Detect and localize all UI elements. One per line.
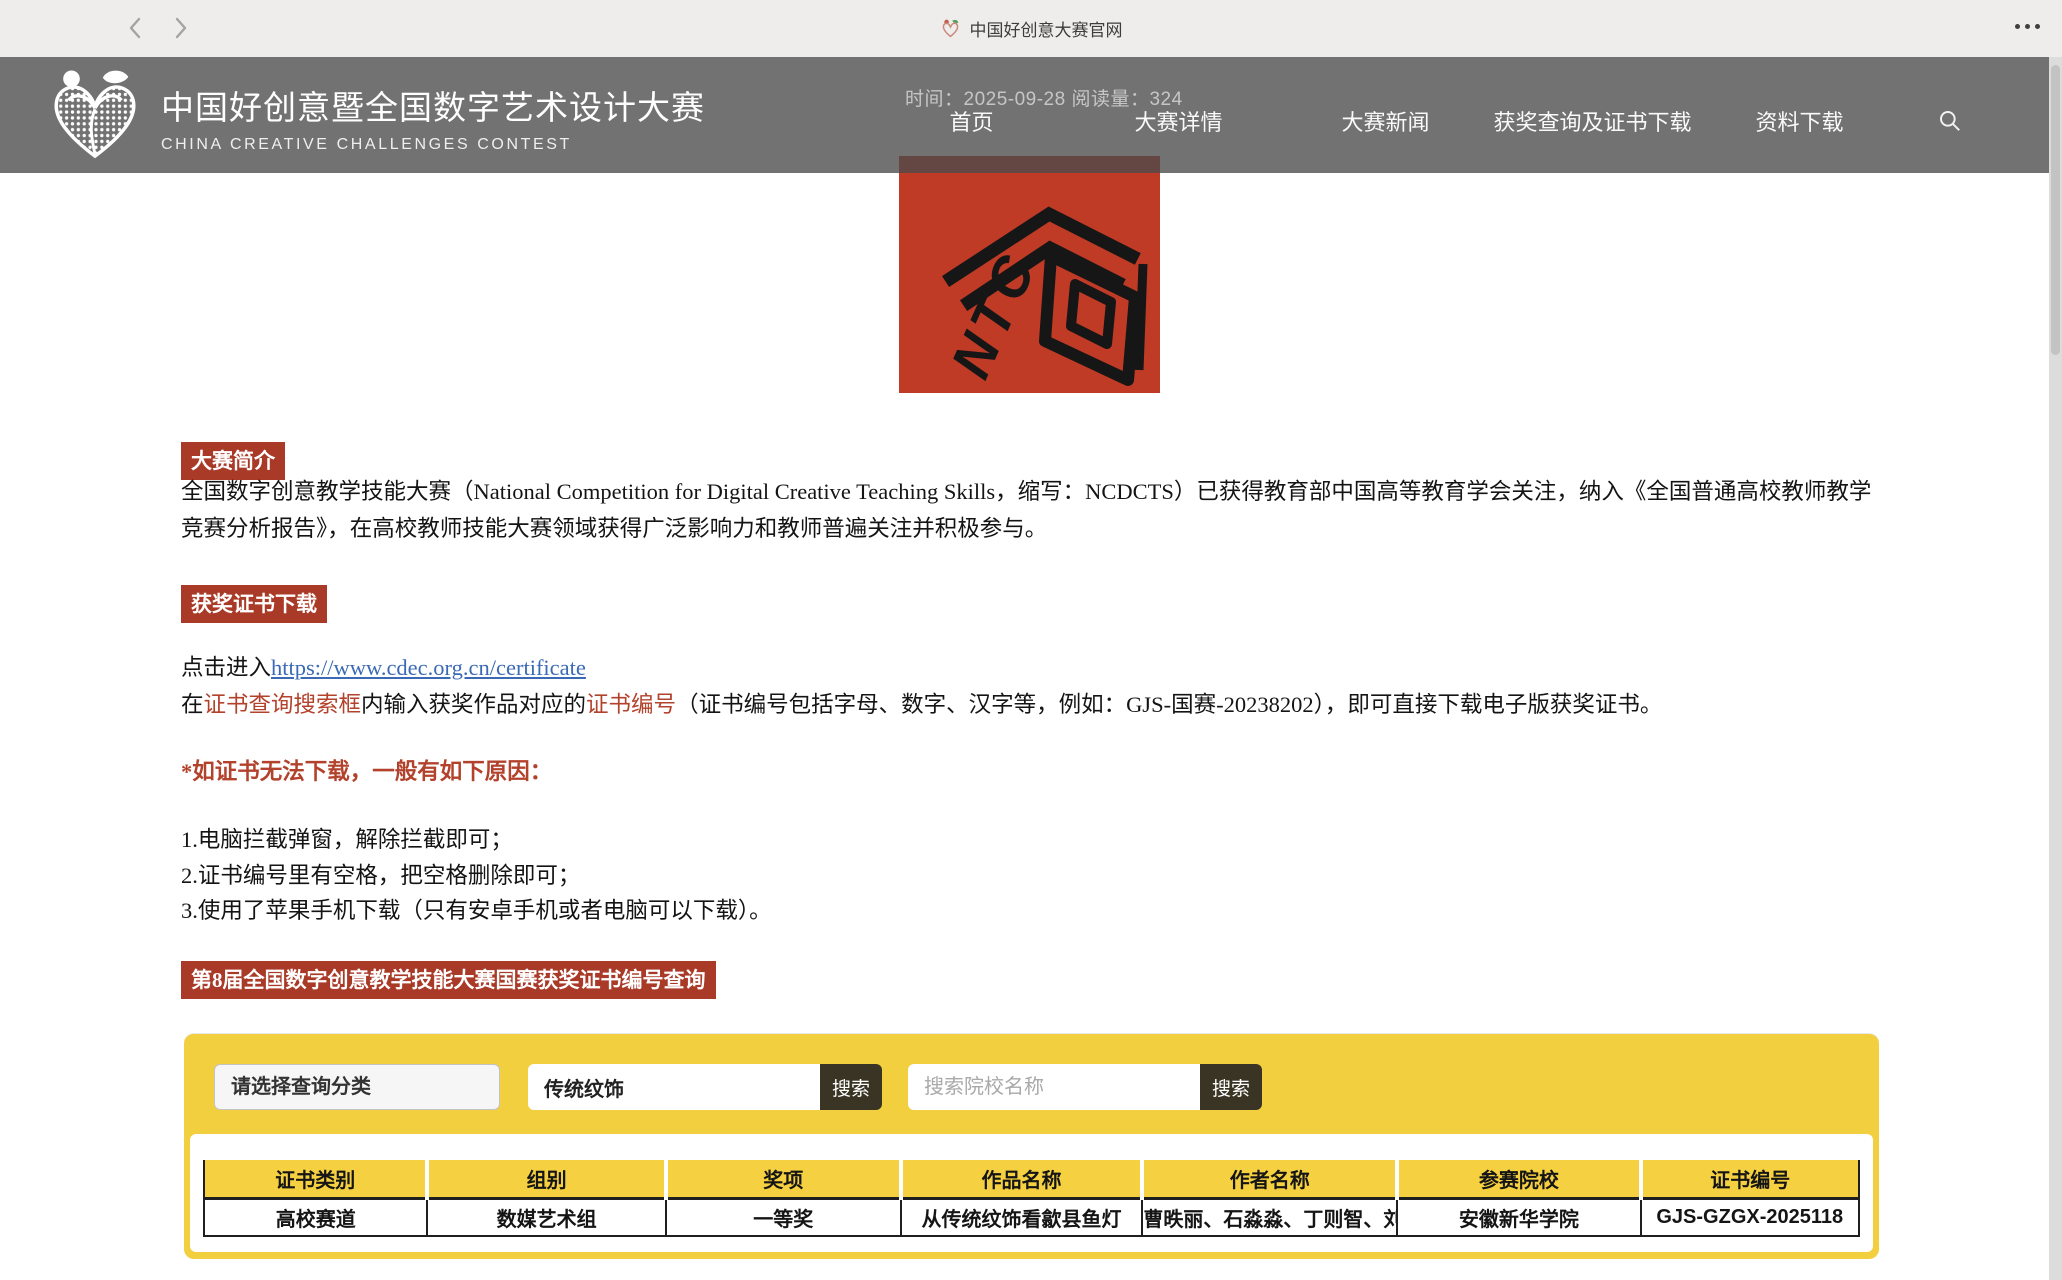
nav-item-contest-details[interactable]: 大赛详情 — [1075, 105, 1282, 137]
main-nav: 首页 大赛详情 大赛新闻 获奖查询及证书下载 资料下载 — [868, 105, 1963, 137]
nav-item-award-query-cert-download[interactable]: 获奖查询及证书下载 — [1489, 105, 1696, 137]
cell-authors: 曹昳丽、石淼淼、丁则智、刘雪 — [1142, 1198, 1397, 1236]
col-header-school: 参赛院校 — [1397, 1160, 1640, 1198]
page-content: NTC 大赛简介 全国数字创意教学技能大赛（National Competiti… — [0, 0, 2062, 1280]
work-search-button[interactable]: 搜索 — [820, 1064, 882, 1110]
nav-search-button[interactable] — [1937, 108, 1963, 134]
ellipsis-icon — [2025, 24, 2030, 29]
brand-heart-icon — [46, 68, 144, 162]
cell-cert-type: 高校赛道 — [204, 1198, 427, 1236]
nav-item-contest-news[interactable]: 大赛新闻 — [1282, 105, 1489, 137]
nav-item-home[interactable]: 首页 — [868, 105, 1075, 137]
certificate-link[interactable]: https://www.cdec.org.cn/certificate — [271, 655, 586, 680]
col-header-authors: 作者名称 — [1142, 1160, 1397, 1198]
cell-cert-no: GJS-GZGX-2025118 — [1641, 1198, 1860, 1236]
cell-group: 数媒艺术组 — [427, 1198, 665, 1236]
cert-link-line: 点击进入https://www.cdec.org.cn/certificate — [181, 650, 586, 682]
brand-title-en: CHINA CREATIVE CHALLENGES CONTEST — [161, 136, 705, 154]
tab-title-text: 中国好创意大赛官网 — [970, 16, 1123, 41]
page-scrollbar-track[interactable] — [2049, 57, 2062, 1280]
table-header-row: 证书类别 组别 奖项 作品名称 作者名称 参赛院校 证书编号 — [204, 1160, 1859, 1198]
school-search-group: 搜索 — [908, 1064, 1262, 1110]
nav-item-materials-download[interactable]: 资料下载 — [1696, 105, 1903, 137]
results-table-container: 证书类别 组别 奖项 作品名称 作者名称 参赛院校 证书编号 高校赛道 数媒艺术 — [190, 1134, 1873, 1252]
col-header-cert-type: 证书类别 — [204, 1160, 427, 1198]
reason-item: 2.证书编号里有空格，把空格删除即可； — [181, 858, 772, 894]
instruction-seg3: （证书编号包括字母、数字、汉字等，例如：GJS-国赛-20238202），即可直… — [676, 692, 1662, 717]
cert-instruction-line: 在证书查询搜索框内输入获奖作品对应的证书编号（证书编号包括字母、数字、汉字等，例… — [181, 687, 1873, 719]
more-menu-button[interactable] — [2015, 24, 2040, 29]
site-favicon — [940, 18, 961, 39]
site-header: 中国好创意暨全国数字艺术设计大赛 CHINA CREATIVE CHALLENG… — [0, 57, 2062, 173]
work-search-input[interactable] — [528, 1064, 820, 1110]
brand-title-cn: 中国好创意暨全国数字艺术设计大赛 — [161, 81, 705, 129]
intro-paragraph: 全国数字创意教学技能大赛（National Competition for Di… — [181, 474, 1873, 547]
cell-work-title: 从传统纹饰看歙县鱼灯 — [901, 1198, 1143, 1236]
certificate-query-panel: 请选择查询分类 搜索 搜索 证书类别 — [184, 1033, 1879, 1259]
col-header-cert-no: 证书编号 — [1641, 1160, 1860, 1198]
work-search-group: 搜索 — [528, 1064, 882, 1110]
download-warning: *如证书无法下载，一般有如下原因： — [181, 754, 552, 786]
ellipsis-icon — [2035, 24, 2040, 29]
tab-title: 中国好创意大赛官网 — [0, 0, 2062, 57]
table-row: 高校赛道 数媒艺术组 一等奖 从传统纹饰看歙县鱼灯 曹昳丽、石淼淼、丁则智、刘雪… — [204, 1198, 1859, 1236]
instruction-seg2: 内输入获奖作品对应的 — [361, 692, 586, 717]
results-table: 证书类别 组别 奖项 作品名称 作者名称 参赛院校 证书编号 高校赛道 数媒艺术 — [203, 1160, 1860, 1237]
col-header-award: 奖项 — [666, 1160, 901, 1198]
instruction-highlight-certno: 证书编号 — [586, 692, 676, 717]
col-header-work-title: 作品名称 — [901, 1160, 1143, 1198]
brand-logo[interactable]: 中国好创意暨全国数字艺术设计大赛 CHINA CREATIVE CHALLENG… — [46, 68, 705, 162]
ntc-book-logo-image: NTC — [899, 156, 1160, 393]
reason-item: 3.使用了苹果手机下载（只有安卓手机或者电脑可以下载）。 — [181, 893, 772, 929]
reason-item: 1.电脑拦截弹窗，解除拦截即可； — [181, 822, 772, 858]
col-header-group: 组别 — [427, 1160, 665, 1198]
reason-list: 1.电脑拦截弹窗，解除拦截即可； 2.证书编号里有空格，把空格删除即可； 3.使… — [181, 822, 772, 929]
search-icon — [1937, 108, 1963, 134]
click-prefix: 点击进入 — [181, 655, 271, 680]
page-scrollbar-thumb[interactable] — [2051, 65, 2060, 355]
cell-award: 一等奖 — [666, 1198, 901, 1236]
instruction-highlight-searchbox: 证书查询搜索框 — [204, 692, 362, 717]
screen: NTC 大赛简介 全国数字创意教学技能大赛（National Competiti… — [0, 0, 2062, 1280]
school-search-button[interactable]: 搜索 — [1200, 1064, 1262, 1110]
cell-school: 安徽新华学院 — [1397, 1198, 1640, 1236]
category-select[interactable]: 请选择查询分类 — [214, 1064, 500, 1110]
ellipsis-icon — [2015, 24, 2020, 29]
browser-titlebar: 中国好创意大赛官网 — [0, 0, 2062, 57]
instruction-seg1: 在 — [181, 692, 204, 717]
section-badge-query: 第8届全国数字创意教学技能大赛国赛获奖证书编号查询 — [181, 961, 716, 999]
brand-text: 中国好创意暨全国数字艺术设计大赛 CHINA CREATIVE CHALLENG… — [161, 68, 705, 154]
section-badge-cert-download: 获奖证书下载 — [181, 585, 327, 623]
school-search-input[interactable] — [908, 1064, 1200, 1110]
